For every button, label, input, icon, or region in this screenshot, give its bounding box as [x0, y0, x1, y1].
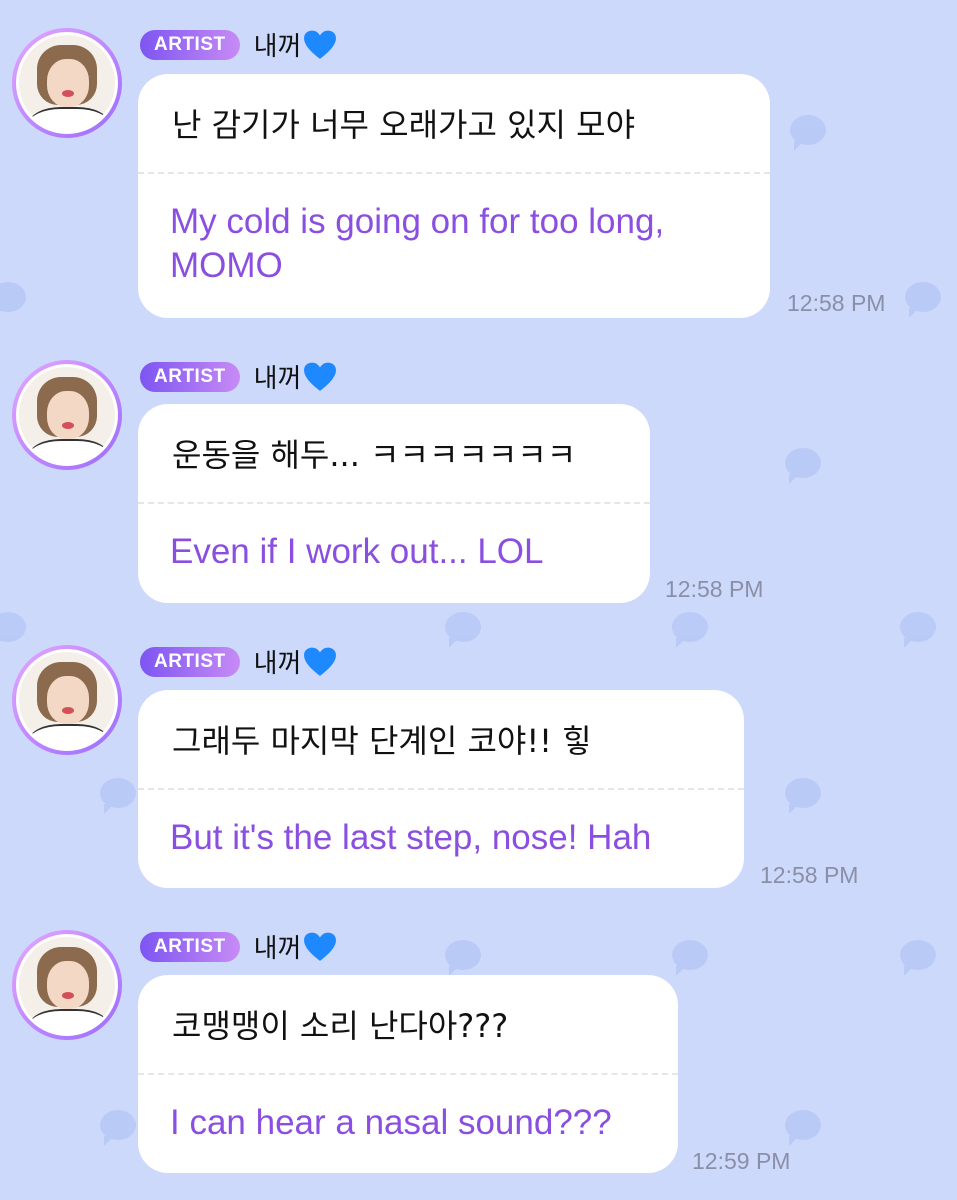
chat-bubble-icon	[0, 282, 26, 318]
artist-badge: ARTIST	[140, 931, 240, 962]
original-text: 그래두 마지막 단계인 코야!! 힣	[172, 722, 592, 760]
translation-text: I can hear a nasal sound???	[170, 1103, 612, 1142]
chat-bubble-icon	[100, 1110, 136, 1146]
message-bubble[interactable]: 운동을 해두... ㅋㅋㅋㅋㅋㅋㅋ Even if I work out... …	[138, 404, 650, 603]
avatar[interactable]	[12, 360, 122, 470]
artist-badge: ARTIST	[140, 29, 240, 60]
chat-bubble-icon	[445, 612, 481, 648]
translation-text: Even if I work out... LOL	[170, 532, 544, 571]
chat-bubble-icon	[445, 940, 481, 976]
chat-bubble-icon	[905, 282, 941, 318]
avatar[interactable]	[12, 930, 122, 1040]
timestamp: 12:59 PM	[692, 1148, 791, 1174]
username: 내꺼	[254, 643, 338, 680]
original-text: 코맹맹이 소리 난다아???	[172, 1007, 509, 1045]
chat-bubble-icon	[0, 612, 26, 648]
chat-bubble-icon	[785, 1110, 821, 1146]
avatar-photo	[16, 364, 118, 466]
timestamp: 12:58 PM	[665, 576, 764, 602]
translation-text: But it's the last step, nose! Hah	[170, 818, 652, 857]
chat-bubble-icon	[900, 612, 936, 648]
timestamp: 12:58 PM	[760, 862, 859, 888]
artist-badge: ARTIST	[140, 646, 240, 677]
chat-bubble-icon	[672, 612, 708, 648]
chat-bubble-icon	[100, 778, 136, 814]
chat-bubble-icon	[785, 778, 821, 814]
avatar-photo	[16, 934, 118, 1036]
avatar-photo	[16, 649, 118, 751]
username-text: 내꺼	[253, 934, 302, 964]
blue-heart-icon	[304, 362, 337, 391]
username-text: 내꺼	[253, 364, 302, 394]
username: 내꺼	[254, 358, 338, 395]
original-text: 운동을 해두... ㅋㅋㅋㅋㅋㅋㅋ	[172, 436, 577, 474]
artist-badge: ARTIST	[140, 361, 240, 392]
username: 내꺼	[254, 26, 338, 63]
avatar[interactable]	[12, 645, 122, 755]
username-text: 내꺼	[253, 32, 302, 62]
blue-heart-icon	[304, 932, 337, 961]
chat-bubble-icon	[785, 448, 821, 484]
blue-heart-icon	[304, 30, 337, 59]
original-text: 난 감기가 너무 오래가고 있지 모야	[172, 106, 636, 144]
username: 내꺼	[254, 928, 338, 965]
chat-bubble-icon	[900, 940, 936, 976]
chat-bubble-icon	[672, 940, 708, 976]
blue-heart-icon	[304, 647, 337, 676]
chat-bubble-icon	[790, 115, 826, 151]
timestamp: 12:58 PM	[787, 290, 886, 316]
avatar-photo	[16, 32, 118, 134]
avatar[interactable]	[12, 28, 122, 138]
translation-text: My cold is going on for too long, MOMO	[170, 202, 665, 285]
message-bubble[interactable]: 코맹맹이 소리 난다아??? I can hear a nasal sound?…	[138, 975, 678, 1173]
message-bubble[interactable]: 난 감기가 너무 오래가고 있지 모야 My cold is going on …	[138, 74, 770, 318]
username-text: 내꺼	[253, 649, 302, 679]
message-bubble[interactable]: 그래두 마지막 단계인 코야!! 힣 But it's the last ste…	[138, 690, 744, 888]
